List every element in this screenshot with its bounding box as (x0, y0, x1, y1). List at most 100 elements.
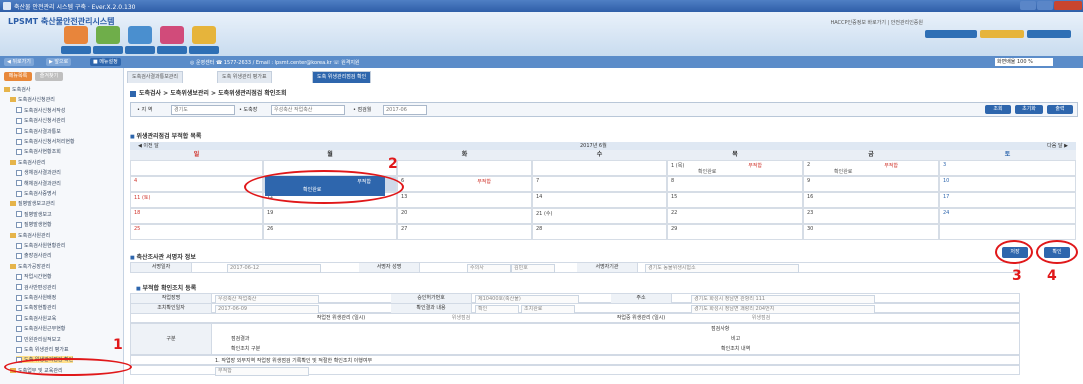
header-link-button-1[interactable] (925, 30, 977, 38)
calendar-day-cell[interactable]: 13 (397, 192, 532, 208)
sidebar-item[interactable]: 도축검사신청관리 (10, 96, 55, 103)
calendar-day-cell[interactable]: 8 (667, 176, 803, 192)
tab-hygiene-check[interactable]: 도축 위생관리점검 확인 (312, 71, 372, 83)
sidebar-item[interactable]: 도축 위생관리 평가표 (16, 346, 69, 353)
tab-results[interactable]: 도축검사결과통보관리 (127, 71, 184, 83)
sidebar-item[interactable]: 질병발생보고관리 (10, 200, 55, 207)
calendar-day-cell[interactable]: 6 부적합 (397, 176, 532, 192)
signer-name-field[interactable]: 김민호 (511, 264, 555, 273)
calendar-day-cell[interactable]: 23 (803, 208, 939, 224)
calendar-event[interactable]: 부적합 (884, 162, 898, 169)
sidebar-item[interactable]: 도축검사원교육 (16, 315, 56, 322)
sidebar-tab-menu[interactable]: 메뉴목록 (4, 72, 32, 81)
calendar-day-cell[interactable]: 24 (939, 208, 1076, 224)
main-menu-icon-2[interactable] (96, 26, 120, 44)
next-month-button[interactable]: 다음 달 ▶ (1047, 142, 1068, 150)
sidebar-item[interactable]: 도축검사원관리 (10, 232, 50, 239)
calendar-event[interactable]: 부적합 (477, 178, 491, 185)
close-button[interactable] (1054, 1, 1082, 10)
sidebar-item[interactable]: 생체검사결과관리 (16, 169, 61, 176)
sidebar-item[interactable]: 도축검사신청서관리 (16, 117, 65, 124)
sidebar-item[interactable]: 검사반편성관리 (16, 284, 56, 291)
sidebar-item[interactable]: 질병발생보고 (16, 211, 52, 218)
main-menu-icon-4[interactable] (160, 26, 184, 44)
calendar-day-cell[interactable]: 15 (667, 192, 803, 208)
signer-title-field[interactable]: 수의사 (467, 264, 511, 273)
calendar-day-cell[interactable]: 29 (667, 224, 803, 240)
sidebar-item[interactable]: 도축장현황관리 (16, 304, 56, 311)
main-menu-label-3[interactable] (125, 46, 155, 54)
calendar-day-cell[interactable]: 20 (397, 208, 532, 224)
calendar-day-cell[interactable]: 17 (939, 192, 1076, 208)
calendar-day-cell[interactable]: 27 (397, 224, 532, 240)
zoom-select[interactable]: 화면배율 100 % (995, 58, 1053, 66)
main-menu-label-4[interactable] (157, 46, 187, 54)
sidebar-item[interactable]: 도축검사현황조회 (16, 148, 61, 155)
sidebar-item[interactable]: 질병발생현황 (16, 221, 52, 228)
sidebar-item[interactable]: 도축검사신청서처리현황 (16, 138, 75, 145)
calendar-day-cell[interactable]: 9 (803, 176, 939, 192)
sidebar-item[interactable]: 작업시간현황 (16, 273, 52, 280)
sidebar-item[interactable]: 도축검사결과통보 (16, 128, 61, 135)
sidebar-item[interactable]: 도축검사신청서작성 (16, 107, 65, 114)
main-menu-label-5[interactable] (189, 46, 219, 54)
calendar-day-cell[interactable]: 19 (263, 208, 397, 224)
sidebar-item[interactable]: 도축검사원근무현황 (16, 325, 65, 332)
calendar-day-cell[interactable]: 30 (803, 224, 939, 240)
calendar-day-cell[interactable]: 2 부적합 확인완료 (803, 160, 939, 176)
calendar-day-cell[interactable]: 26 (263, 224, 397, 240)
calendar-day-cell[interactable]: 10 (939, 176, 1076, 192)
sidebar-item[interactable]: 민원관리실적보고 (16, 336, 61, 343)
calendar-day-cell[interactable] (130, 160, 263, 176)
calendar-day-cell[interactable]: 7 (532, 176, 667, 192)
sidebar-item[interactable]: 출장검사관리 (16, 252, 52, 259)
sidebar-item[interactable]: 도축검사원배정 (16, 294, 56, 301)
forward-button[interactable]: ▶ 앞으로 (46, 58, 72, 66)
prev-month-button[interactable]: ◀ 이전 달 (138, 142, 159, 150)
reset-button[interactable]: 초기화 (1015, 105, 1043, 114)
calendar-day-cell[interactable] (939, 224, 1076, 240)
minimize-button[interactable] (1020, 1, 1036, 10)
back-button[interactable]: ◀ 뒤로가기 (4, 58, 34, 66)
calendar-day-cell[interactable]: 22 (667, 208, 803, 224)
calendar-day-cell[interactable]: 16 (803, 192, 939, 208)
calendar-day-cell[interactable]: 21 (수) (532, 208, 667, 224)
sidebar-tab-favorites[interactable]: 즐겨찾기 (35, 72, 63, 81)
calendar-day-cell[interactable]: 18 (130, 208, 263, 224)
calendar-day-cell[interactable]: 4 (130, 176, 263, 192)
calendar-day-cell[interactable]: 11 (토) (130, 192, 263, 208)
print-button[interactable]: 출력 (1047, 105, 1073, 114)
calendar-day-cell[interactable]: 3 (939, 160, 1076, 176)
filter-region-select[interactable]: 경기도 (171, 105, 235, 115)
signer-org-field[interactable]: 경기도 동물위생시험소 (645, 264, 799, 273)
calendar-day-cell[interactable] (397, 160, 532, 176)
calendar-day-cell[interactable]: 1 (목) 부적합 확인완료 (667, 160, 803, 176)
main-menu-icon-3[interactable] (128, 26, 152, 44)
sidebar-item[interactable]: 도축가공장관리 (10, 263, 50, 270)
main-menu-icon-5[interactable] (192, 26, 216, 44)
sidebar-item[interactable]: 도축검사증명서 (16, 190, 56, 197)
filter-plant-select[interactable]: 우성축산 작업축산 (271, 105, 345, 115)
menu-settings-button[interactable]: ■ 메뉴설정 (90, 58, 121, 66)
check-result-select[interactable]: 부적합 (215, 367, 309, 376)
calendar-day-cell[interactable]: 28 (532, 224, 667, 240)
filter-month-input[interactable]: 2017-06 (383, 105, 427, 115)
header-links[interactable]: HACCP인증정보 바로가기 | 안전관리인증원 (830, 19, 923, 26)
maximize-button[interactable] (1037, 1, 1053, 10)
sidebar-item[interactable]: 도축검사 (4, 86, 30, 93)
main-menu-label-1[interactable] (61, 46, 91, 54)
sidebar-item[interactable]: 해체검사결과관리 (16, 180, 61, 187)
sidebar-item[interactable]: 도축검사원현황관리 (16, 242, 65, 249)
search-button[interactable]: 조회 (985, 105, 1011, 114)
main-menu-label-2[interactable] (93, 46, 123, 54)
calendar-day-cell[interactable]: 14 (532, 192, 667, 208)
tab-hygiene-eval[interactable]: 도축 위생관리 평가표 (217, 71, 272, 83)
calendar-day-cell[interactable]: 25 (130, 224, 263, 240)
sidebar-item[interactable]: 도축검사관리 (10, 159, 46, 166)
calendar-day-cell[interactable] (532, 160, 667, 176)
calendar-event[interactable]: 부적합 (748, 162, 762, 169)
header-link-button-2[interactable] (980, 30, 1024, 38)
sign-date-field[interactable]: 2017-06-12 (227, 264, 321, 273)
main-menu-icon-1[interactable] (64, 26, 88, 44)
header-link-button-3[interactable] (1027, 30, 1071, 38)
